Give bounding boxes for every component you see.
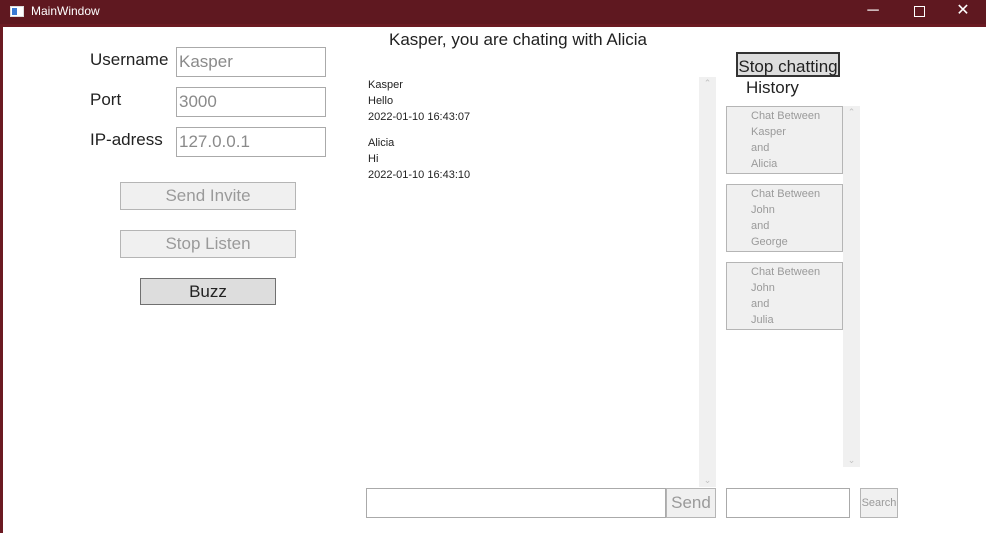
scroll-down-icon[interactable]: ⌄ (699, 475, 716, 486)
history-item-line: John (751, 204, 775, 216)
send-invite-button[interactable]: Send Invite (120, 182, 296, 210)
history-item-line: Kasper (751, 126, 786, 138)
window-title: MainWindow (31, 4, 100, 18)
search-input[interactable] (726, 488, 850, 518)
message-time: 2022-01-10 16:43:07 (368, 111, 471, 123)
main-window-client: Username Port IP-adress Send Invite Stop… (3, 27, 986, 533)
history-item-line: Julia (751, 314, 774, 326)
scroll-down-icon[interactable]: ⌄ (843, 455, 860, 466)
message-input[interactable] (366, 488, 666, 518)
ip-address-label: IP-adress (90, 130, 163, 149)
history-title: History (746, 78, 799, 97)
history-item-line: John (751, 282, 775, 294)
scroll-up-icon[interactable]: ⌃ (699, 78, 716, 89)
message-time: 2022-01-10 16:43:10 (368, 169, 471, 181)
history-item-kasper-alicia[interactable]: Chat Between Kasper and Alicia (726, 106, 843, 174)
history-item-line: George (751, 236, 788, 248)
search-button[interactable]: Search (860, 488, 898, 518)
history-item-line: and (751, 298, 770, 310)
history-item-line: and (751, 220, 770, 232)
scroll-up-icon[interactable]: ⌃ (843, 107, 860, 118)
message-text: Hi (368, 153, 379, 165)
message-item: Kasper Hello 2022-01-10 16:43:07 (368, 77, 470, 125)
close-icon: ✕ (956, 2, 970, 19)
history-item-line: and (751, 142, 770, 154)
title-bar: MainWindow ─ ✕ (0, 0, 986, 24)
history-scrollbar[interactable]: ⌃ ⌄ (843, 106, 860, 467)
history-item-line: Chat Between (751, 110, 821, 122)
message-sender: Alicia (368, 137, 395, 149)
message-list: Kasper Hello 2022-01-10 16:43:07 Alicia … (368, 77, 470, 193)
username-field[interactable] (176, 47, 326, 77)
history-item-line: Alicia (751, 158, 778, 170)
app-icon (10, 6, 24, 17)
minimize-button[interactable]: ─ (850, 0, 896, 24)
message-item: Alicia Hi 2022-01-10 16:43:10 (368, 135, 470, 183)
chat-title: Kasper, you are chating with Alicia (389, 30, 647, 49)
message-scrollbar[interactable]: ⌃ ⌄ (699, 77, 716, 487)
ip-address-field[interactable] (176, 127, 326, 157)
message-sender: Kasper (368, 79, 403, 91)
maximize-button[interactable] (896, 0, 942, 24)
history-item-john-julia[interactable]: Chat Between John and Julia (726, 262, 843, 330)
history-item-line: Chat Between (751, 188, 821, 200)
username-label: Username (90, 50, 169, 69)
close-button[interactable]: ✕ (940, 0, 986, 24)
history-item-john-george[interactable]: Chat Between John and George (726, 184, 843, 252)
minimize-icon: ─ (867, 2, 879, 19)
port-field[interactable] (176, 87, 326, 117)
stop-listen-button[interactable]: Stop Listen (120, 230, 296, 258)
buzz-button[interactable]: Buzz (140, 278, 276, 305)
send-button[interactable]: Send (666, 488, 716, 518)
stop-chatting-button[interactable]: Stop chatting (736, 52, 840, 77)
history-item-line: Chat Between (751, 266, 821, 278)
maximize-icon (913, 6, 925, 17)
port-label: Port (90, 90, 122, 109)
message-text: Hello (368, 95, 394, 107)
